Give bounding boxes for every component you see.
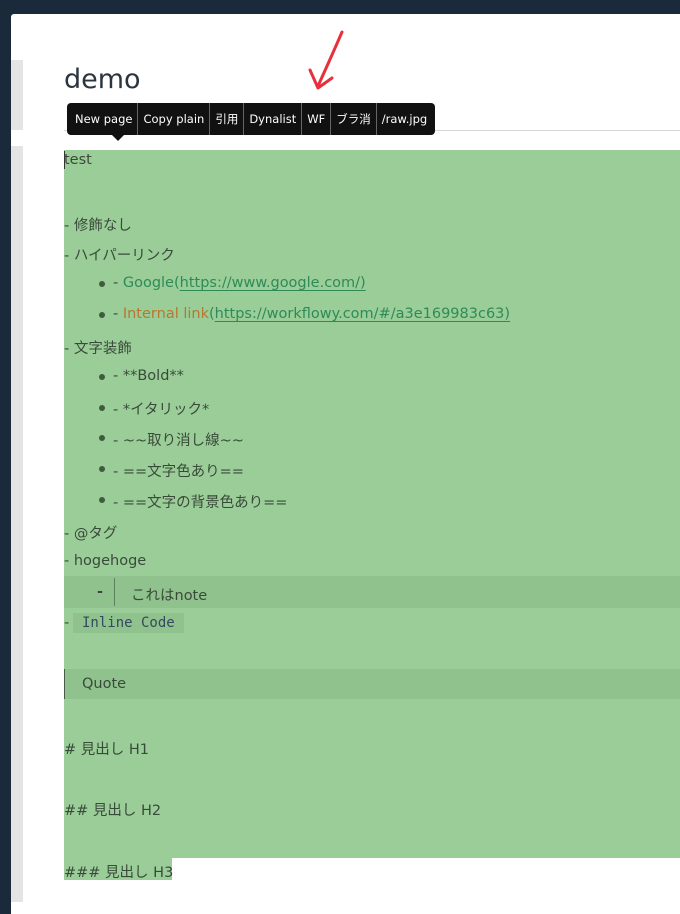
note-bar bbox=[114, 578, 115, 606]
quote-text[interactable]: Quote bbox=[82, 676, 126, 692]
copy-plain-button[interactable]: Copy plain bbox=[138, 103, 211, 135]
google-link-text[interactable]: Google bbox=[123, 275, 174, 291]
inline-code-dash: - bbox=[64, 615, 70, 631]
bullet-dot bbox=[99, 374, 105, 380]
red-arrow-annotation bbox=[308, 30, 344, 90]
bullet-dot bbox=[99, 405, 105, 411]
internal-url-link[interactable]: https://workflowy.com/#/a3e169983c63) bbox=[215, 306, 510, 322]
list-item-bgcolor[interactable]: - ==文字の背景色あり== bbox=[113, 491, 287, 512]
toolbar-pointer bbox=[111, 134, 125, 141]
list-item-google[interactable]: - Google(https://www.google.com/) bbox=[113, 275, 366, 291]
raw-jpg-button[interactable]: /raw.jpg bbox=[377, 103, 432, 135]
bullet-dot bbox=[99, 435, 105, 441]
left-gutter-bottom bbox=[11, 146, 23, 902]
bullet-dot bbox=[99, 281, 105, 287]
dynalist-button[interactable]: Dynalist bbox=[244, 103, 303, 135]
editor-line-hogehoge[interactable]: - hogehoge bbox=[64, 553, 146, 569]
list-item-strike[interactable]: - ~~取り消し線~~ bbox=[113, 429, 244, 450]
heading-h1-line[interactable]: # 見出し H1 bbox=[64, 738, 149, 759]
page-title[interactable]: demo bbox=[64, 64, 141, 95]
quote-button[interactable]: 引用 bbox=[210, 103, 245, 135]
bullet-dot bbox=[99, 466, 105, 472]
editor-line-hyperlink[interactable]: - ハイパーリンク bbox=[64, 244, 175, 265]
remove-bracket-button[interactable]: ブラ消 bbox=[331, 103, 377, 135]
new-page-button[interactable]: New page bbox=[70, 103, 139, 135]
list-item-internal-link[interactable]: - Internal link(https://workflowy.com/#/… bbox=[113, 306, 510, 322]
editor-line-plain[interactable]: - 修飾なし bbox=[64, 214, 132, 235]
editor-line-test[interactable]: test bbox=[64, 152, 92, 168]
quote-block bbox=[64, 669, 680, 699]
list-item-italic[interactable]: - *イタリック* bbox=[113, 398, 209, 419]
editor-line-tag[interactable]: - @タグ bbox=[64, 522, 117, 543]
heading-h2-line[interactable]: ## 見出し H2 bbox=[64, 799, 161, 820]
internal-link-text[interactable]: Internal link bbox=[123, 306, 209, 322]
selection-toolbar: New page Copy plain 引用 Dynalist WF ブラ消 /… bbox=[67, 103, 436, 135]
list-item-color[interactable]: - ==文字色あり== bbox=[113, 460, 244, 481]
list-item-bold[interactable]: - **Bold** bbox=[113, 368, 184, 384]
bullet-dot bbox=[99, 497, 105, 503]
wf-button[interactable]: WF bbox=[302, 103, 332, 135]
inline-code[interactable]: Inline Code bbox=[73, 613, 184, 633]
note-text[interactable]: これはnote bbox=[131, 584, 207, 605]
editor-line-deco[interactable]: - 文字装飾 bbox=[64, 337, 132, 358]
bullet-dot bbox=[99, 312, 105, 318]
quote-bar bbox=[64, 669, 65, 699]
note-dash: - bbox=[97, 584, 104, 600]
left-gutter-top bbox=[11, 60, 23, 130]
heading-h3-line[interactable]: ### 見出し H3 bbox=[64, 861, 173, 882]
google-url-link[interactable]: https://www.google.com/) bbox=[180, 275, 366, 291]
